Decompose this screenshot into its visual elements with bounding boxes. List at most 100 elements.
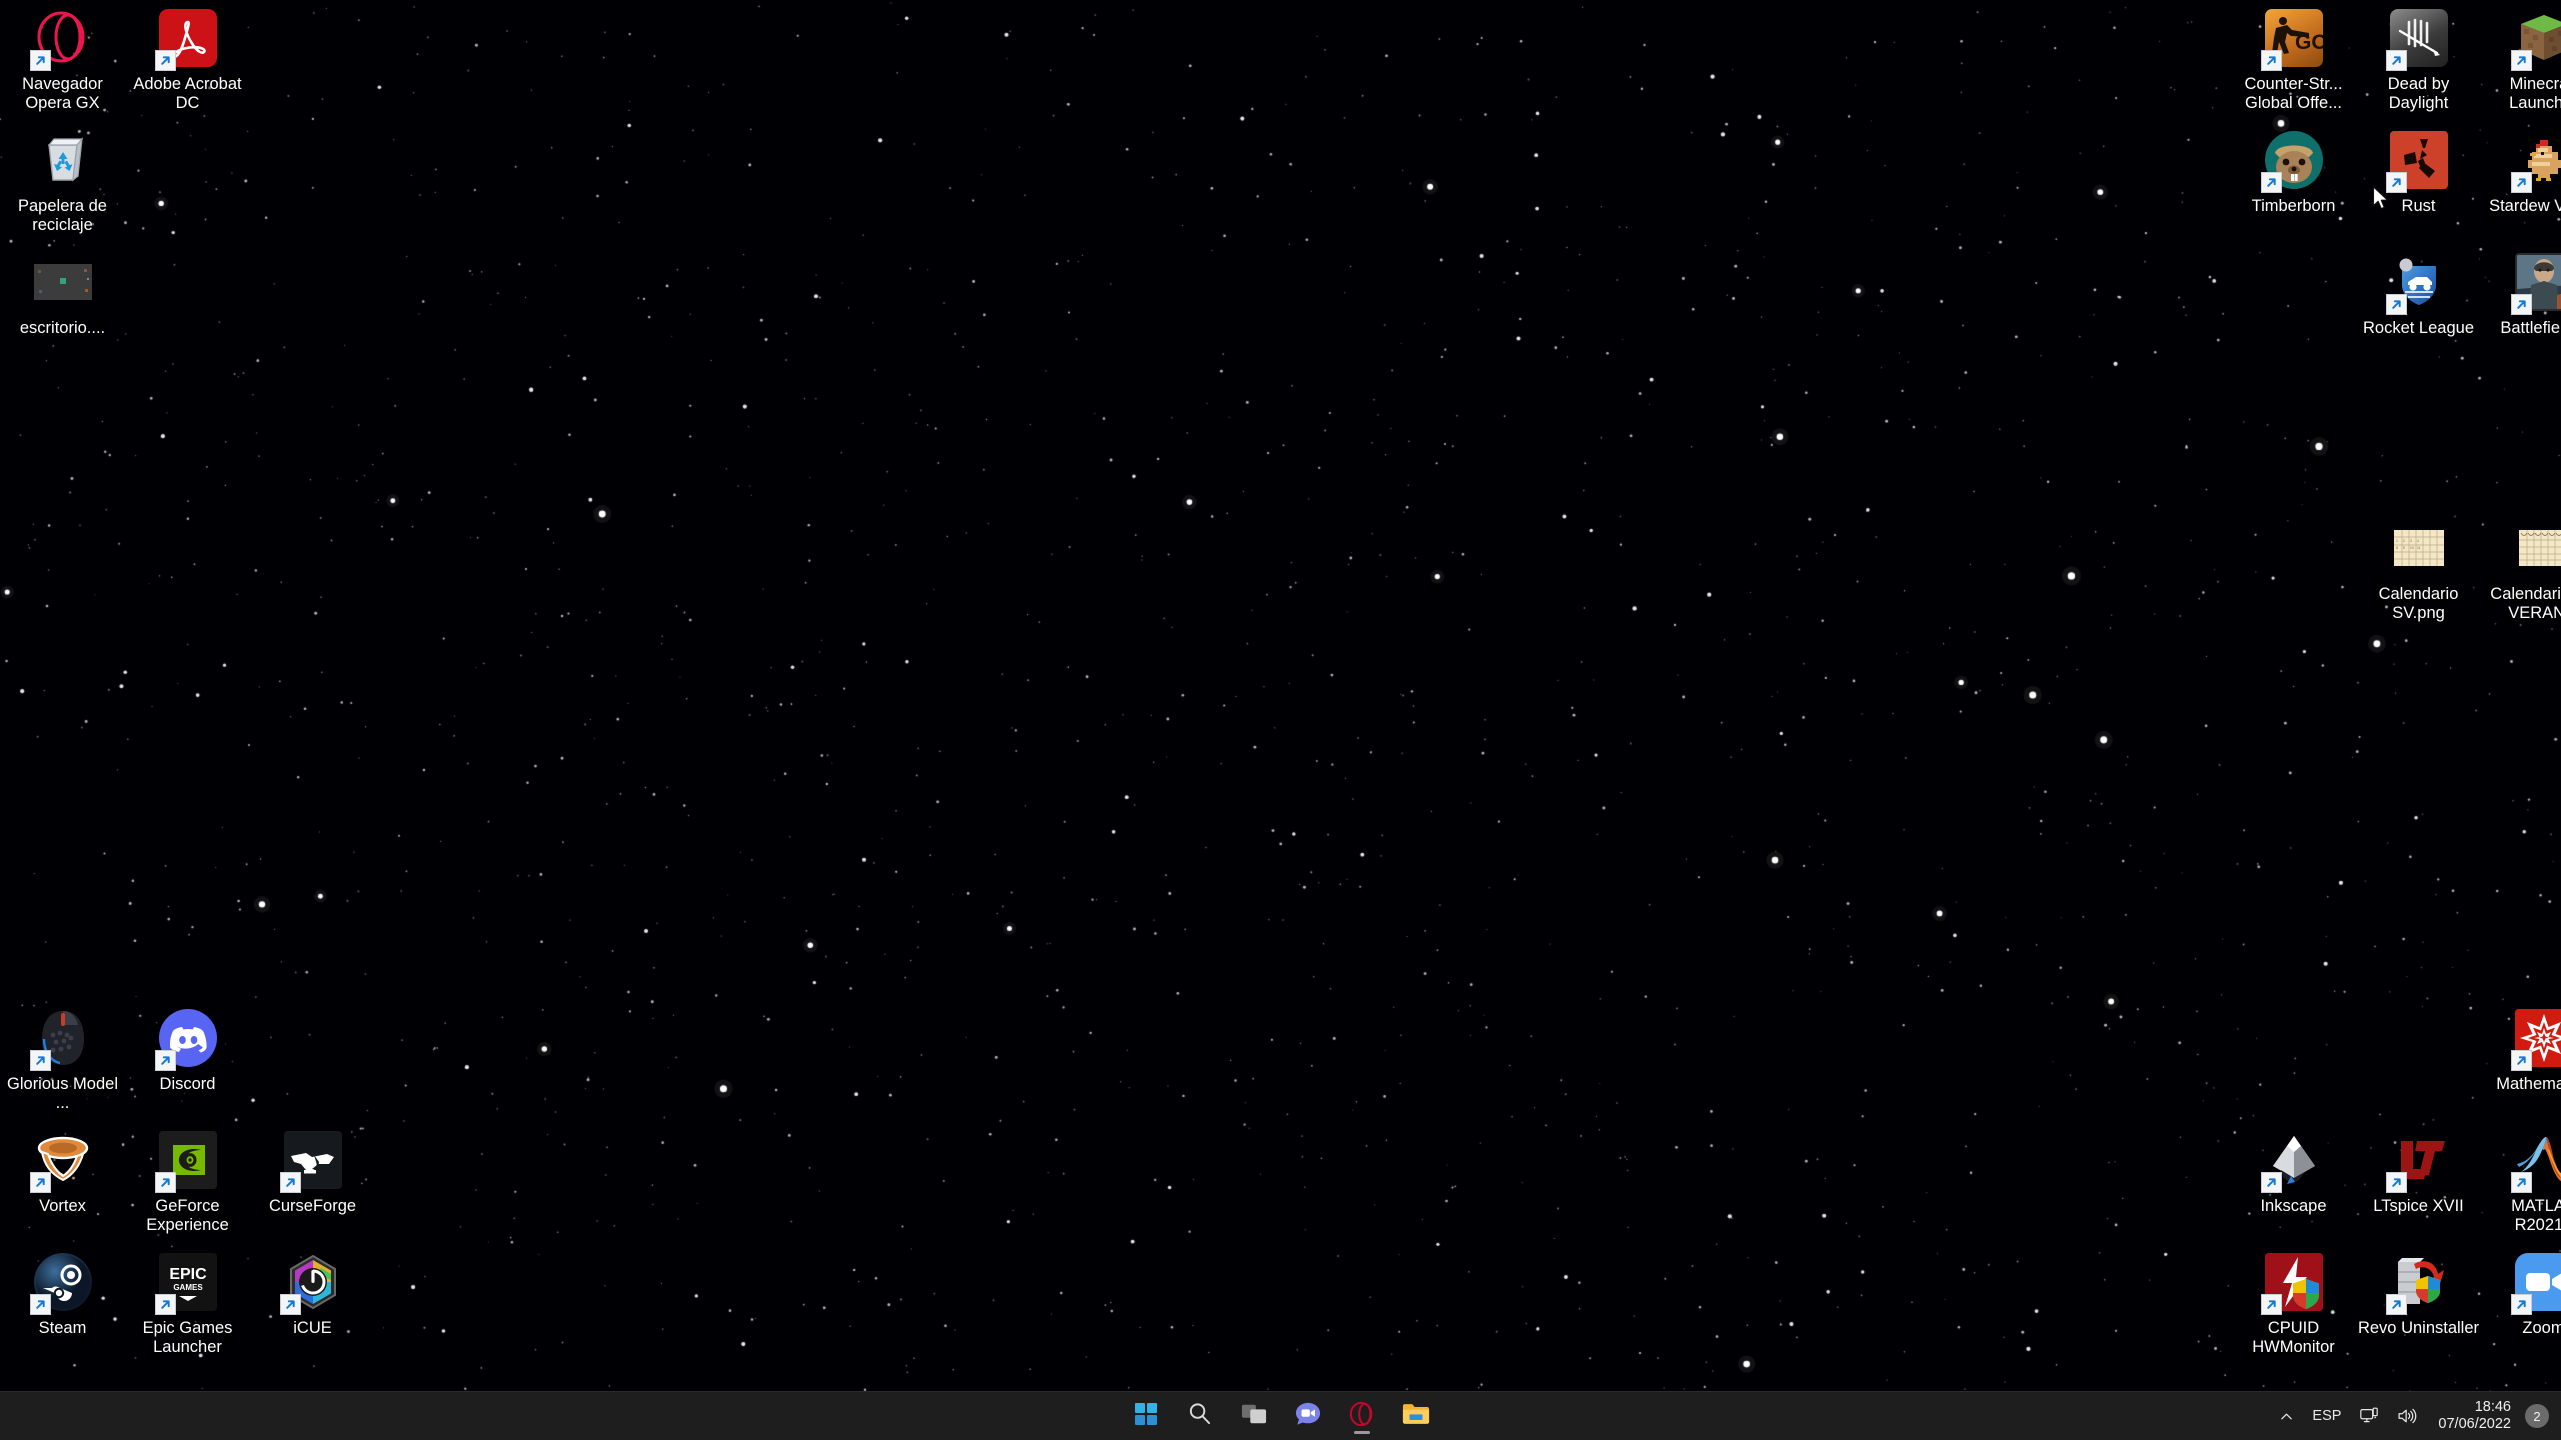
icon-label: Revo Uninstaller	[2357, 1319, 2480, 1337]
icon-group-right-column-top: GO Counter-Str... Global Offe... Dead by…	[2231, 0, 2561, 366]
svg-text:GAMES: GAMES	[173, 1283, 203, 1292]
icon-row: CPUID HWMonitor Revo Uninstaller Zoom	[2231, 1244, 2561, 1366]
icon-label: escritorio....	[19, 319, 106, 337]
icon-artwork	[2385, 250, 2451, 315]
svg-text:1: 1	[2396, 539, 2398, 543]
icon-artwork	[2510, 6, 2561, 71]
notification-badge[interactable]: 2	[2525, 1404, 2549, 1428]
shortcut-overlay-icon	[29, 1294, 51, 1315]
icon-row: Mathematica	[2231, 1000, 2561, 1122]
desktop-icon-steam[interactable]: Steam	[0, 1244, 125, 1366]
search-button[interactable]	[1178, 1396, 1222, 1436]
desktop-icon-dead-by-daylight[interactable]: Dead by Daylight	[2356, 0, 2481, 122]
desktop-icon-discord[interactable]: Discord	[125, 1000, 250, 1122]
shortcut-overlay-icon	[154, 50, 176, 71]
file-explorer-button[interactable]	[1394, 1396, 1438, 1436]
task-view-button[interactable]	[1232, 1396, 1276, 1436]
icon-artwork	[29, 1006, 95, 1071]
icon-label: Epic Games Launcher	[142, 1319, 233, 1356]
svg-text:8: 8	[2396, 546, 2398, 550]
desktop-icon-curseforge[interactable]: CurseForge	[250, 1122, 375, 1244]
desktop-icon-calendario-sv-png[interactable]: 1 2 3 4 8 9 10 11 Calendario SV.png	[2356, 510, 2481, 632]
desktop-icon-battlefield-4[interactable]: Battlefield 4	[2481, 244, 2561, 366]
icon-group-left-column-bottom: Glorious Model ... Discord Vortex GeForc…	[0, 1000, 375, 1366]
icon-row: Inkscape LTspice XVII MATLAB R2021b	[2231, 1122, 2561, 1244]
icon-label: Inkscape	[2260, 1197, 2327, 1215]
icon-label: Steam	[38, 1319, 87, 1337]
desktop-icon-zoom[interactable]: Zoom	[2481, 1244, 2561, 1366]
desktop-icon-recycle-bin[interactable]: Papelera de reciclaje	[0, 122, 125, 244]
shortcut-overlay-icon	[154, 1294, 176, 1315]
shortcut-overlay-icon	[2510, 50, 2532, 71]
shortcut-overlay-icon	[2510, 1050, 2532, 1071]
desktop-icon-vortex[interactable]: Vortex	[0, 1122, 125, 1244]
desktop-icon-rust[interactable]: Rust	[2356, 122, 2481, 244]
desktop-icon-ltspice-xvii[interactable]: LTspice XVII	[2356, 1122, 2481, 1244]
icon-group-left-column-top: Navegador Opera GX Adobe Acrobat DC Pape…	[0, 0, 250, 366]
shortcut-overlay-icon	[2385, 172, 2407, 193]
opera-gx-taskbar-button[interactable]	[1340, 1396, 1384, 1436]
icon-artwork	[2385, 6, 2451, 71]
icon-artwork	[2260, 1250, 2326, 1315]
desktop-icon-timberborn[interactable]: Timberborn	[2231, 122, 2356, 244]
tray-network-monitor-icon[interactable]	[2350, 1394, 2388, 1438]
icon-label: Counter-Str... Global Offe...	[2244, 75, 2343, 112]
icon-artwork: EPIC GAMES	[154, 1250, 220, 1315]
shortcut-overlay-icon	[2510, 1172, 2532, 1193]
icon-label: Calendario SV.png	[2378, 585, 2459, 622]
icon-label: GeForce Experience	[146, 1197, 229, 1234]
desktop-icon-icue[interactable]: iCUE	[250, 1244, 375, 1366]
icon-artwork	[31, 250, 95, 314]
icon-artwork	[31, 128, 95, 192]
shortcut-overlay-icon	[279, 1172, 301, 1193]
shortcut-overlay-icon	[2385, 1294, 2407, 1315]
desktop-icon-opera-gx[interactable]: Navegador Opera GX	[0, 0, 125, 122]
chat-video-icon	[1295, 1401, 1321, 1432]
desktop-icon-calendario-sv-verano[interactable]: Calendario SV VERAN...	[2481, 510, 2561, 632]
desktop-icon-geforce-experience[interactable]: GeForce Experience	[125, 1122, 250, 1244]
desktop-icon-counter-strike-global-offensive[interactable]: GO Counter-Str... Global Offe...	[2231, 0, 2356, 122]
icon-label: Papelera de reciclaje	[18, 197, 107, 234]
desktop-wallpaper[interactable]	[0, 0, 2561, 1440]
desktop-icon-inkscape[interactable]: Inkscape	[2231, 1122, 2356, 1244]
taskbar[interactable]: ESP 18:46 07/06/2022 2	[0, 1391, 2561, 1440]
desktop-icon-rocket-league[interactable]: Rocket League	[2356, 244, 2481, 366]
taskbar-center-buttons	[1124, 1392, 1438, 1440]
desktop-icon-mathematica[interactable]: Mathematica	[2481, 1000, 2561, 1122]
system-tray[interactable]: ESP 18:46 07/06/2022 2	[2270, 1392, 2561, 1440]
shortcut-overlay-icon	[2260, 1294, 2282, 1315]
icon-label: CPUID HWMonitor	[2252, 1319, 2335, 1356]
desktop-icon-escritorio-image[interactable]: escritorio....	[0, 244, 125, 366]
icon-label: Discord	[159, 1075, 216, 1093]
icon-row: GO Counter-Str... Global Offe... Dead by…	[2231, 0, 2561, 122]
icon-label: Battlefield 4	[2500, 319, 2561, 337]
tray-overflow-chevron-up-icon[interactable]	[2270, 1394, 2303, 1438]
tray-language-indicator[interactable]: ESP	[2303, 1394, 2350, 1438]
tray-speaker-icon[interactable]	[2388, 1394, 2427, 1438]
desktop-icon-matlab-r2021b[interactable]: MATLAB R2021b	[2481, 1122, 2561, 1244]
icon-label: Vortex	[39, 1197, 86, 1215]
icon-artwork	[279, 1128, 345, 1193]
icon-label: Minecraft Launcher	[2509, 75, 2561, 112]
icon-row: escritorio....	[0, 244, 250, 366]
chat-button[interactable]	[1286, 1396, 1330, 1436]
desktop-icon-cpuid-hwmonitor[interactable]: CPUID HWMonitor	[2231, 1244, 2356, 1366]
start-button[interactable]	[1124, 1396, 1168, 1436]
shortcut-overlay-icon	[2510, 294, 2532, 315]
recycle-bin-icon	[34, 131, 92, 189]
windows-logo-icon	[1134, 1402, 1158, 1431]
icon-row: Vortex GeForce Experience CurseForge	[0, 1122, 375, 1244]
svg-text:GO: GO	[2295, 31, 2323, 54]
icon-group-right-column-bottom: Mathematica Inkscape LTspice XVII MATLAB…	[2231, 1000, 2561, 1366]
desktop-icon-glorious-model[interactable]: Glorious Model ...	[0, 1000, 125, 1122]
desktop-icon-revo-uninstaller[interactable]: Revo Uninstaller	[2356, 1244, 2481, 1366]
desktop-icon-stardew-valley[interactable]: Stardew Valley	[2481, 122, 2561, 244]
desktop-icon-epic-games-launcher[interactable]: EPIC GAMES Epic Games Launcher	[125, 1244, 250, 1366]
opera-gx-icon	[1349, 1401, 1375, 1432]
desktop-icon-adobe-acrobat-dc[interactable]: Adobe Acrobat DC	[125, 0, 250, 122]
tray-clock[interactable]: 18:46 07/06/2022	[2427, 1394, 2522, 1438]
icon-label: iCUE	[293, 1319, 332, 1337]
svg-text:9: 9	[2403, 546, 2405, 550]
desktop-icon-minecraft-launcher[interactable]: Minecraft Launcher	[2481, 0, 2561, 122]
shortcut-overlay-icon	[154, 1050, 176, 1071]
